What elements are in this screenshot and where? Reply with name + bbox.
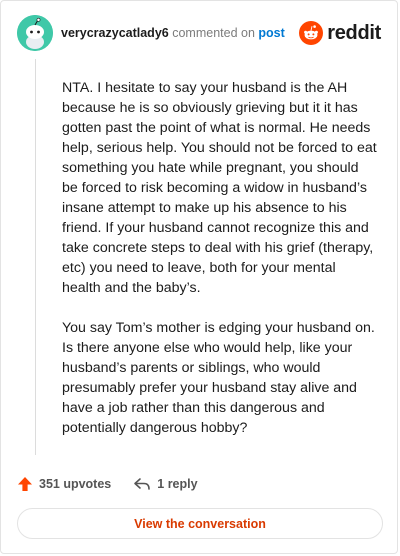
comment-meta: verycrazycatlady6 commented on post bbox=[61, 26, 285, 40]
upvote-button[interactable]: 351 upvotes bbox=[17, 476, 111, 492]
thread-line bbox=[35, 59, 36, 455]
comment-header: verycrazycatlady6 commented on post redd… bbox=[17, 15, 381, 51]
reply-arrow-icon bbox=[134, 478, 151, 490]
snoo-avatar-icon bbox=[17, 15, 53, 51]
reddit-logo-icon bbox=[299, 21, 324, 45]
reddit-brand[interactable]: reddit bbox=[299, 21, 381, 45]
username-link[interactable]: verycrazycatlady6 bbox=[61, 26, 169, 40]
comment-actions: 351 upvotes 1 reply bbox=[17, 473, 220, 495]
upvote-arrow-icon bbox=[18, 477, 32, 491]
reply-button[interactable]: 1 reply bbox=[133, 477, 198, 491]
view-conversation-button[interactable]: View the conversation bbox=[17, 508, 383, 539]
upvote-count: 351 upvotes bbox=[39, 477, 112, 491]
commented-on-text: commented on bbox=[172, 26, 255, 40]
comment-body: NTA. I hesitate to say your husband is t… bbox=[62, 78, 378, 458]
reddit-wordmark: reddit bbox=[327, 21, 381, 44]
view-conversation-label: View the conversation bbox=[134, 516, 266, 531]
comment-paragraph: You say Tom’s mother is edging your husb… bbox=[62, 320, 375, 436]
user-avatar[interactable] bbox=[17, 15, 53, 51]
comment-card: verycrazycatlady6 commented on post redd… bbox=[0, 0, 398, 554]
comment-paragraph: NTA. I hesitate to say your husband is t… bbox=[62, 80, 377, 296]
post-link[interactable]: post bbox=[258, 26, 284, 40]
reply-count: 1 reply bbox=[157, 477, 198, 491]
